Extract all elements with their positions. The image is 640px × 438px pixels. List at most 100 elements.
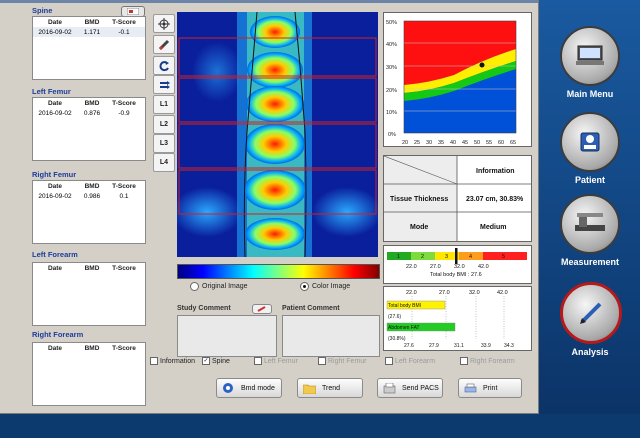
print-button[interactable]: Print: [458, 378, 522, 398]
x-tick-20: 20: [402, 140, 408, 146]
spine-scan-image[interactable]: [177, 12, 378, 257]
color-image-radio[interactable]: Color Image: [300, 282, 350, 291]
bmi-seg-2: 2: [421, 254, 424, 260]
analysis-pen-icon: [580, 302, 602, 324]
fat-bottom-tick-3: 31.1: [454, 343, 464, 349]
study-comment-box[interactable]: [177, 315, 277, 357]
report-icon: [127, 8, 139, 15]
y-tick-0: 0%: [388, 132, 396, 138]
y-tick-50: 50%: [386, 20, 397, 26]
fat-top-tick-22: 22.0: [406, 290, 417, 296]
tissue-thickness-value: 23.07 cm, 30.83%: [466, 196, 524, 203]
trend-button[interactable]: Trend: [297, 378, 363, 398]
crosshair-tool-button[interactable]: [153, 14, 175, 33]
rotate-icon: [159, 60, 169, 71]
col-tscore: T-Score: [112, 18, 136, 26]
x-tick-60: 60: [498, 140, 504, 146]
x-tick-30: 30: [426, 140, 432, 146]
left-forearm-table: Date BMD T-Score: [32, 262, 146, 326]
section-title-spine: Spine: [32, 6, 53, 15]
measurement-button[interactable]: Measurement: [560, 194, 620, 267]
right-femur-checkbox[interactable]: Right Femur: [318, 357, 367, 365]
study-comment-label: Study Comment: [177, 305, 231, 312]
bmi-seg-3: 3: [445, 254, 448, 260]
patient-icon: [580, 132, 600, 152]
fat-chart: 22.0 27.0 32.0 42.0 Total body BMI (27.6…: [383, 286, 532, 351]
y-tick-40: 40%: [386, 42, 397, 48]
total-bmi-label: Total body BMI: [388, 303, 421, 309]
send-pacs-button[interactable]: Send PACS: [377, 378, 443, 398]
analysis-button[interactable]: Analysis: [560, 282, 622, 357]
fat-bottom-tick-1: 27.6: [404, 343, 414, 349]
x-tick-25: 25: [414, 140, 420, 146]
x-tick-50: 50: [474, 140, 480, 146]
bottom-band: [0, 414, 640, 438]
percentile-chart: 50% 40% 30% 20% 10% 0% 20 25 30 35 40 45…: [383, 12, 532, 147]
patient-comment-label: Patient Comment: [282, 305, 340, 312]
fat-bottom-tick-5: 34.3: [504, 343, 514, 349]
computer-icon: [576, 45, 604, 65]
spine-checkbox[interactable]: ✓ Spine: [202, 357, 230, 365]
l3-tool-button[interactable]: L3: [153, 134, 175, 153]
bmi-seg-4: 4: [469, 254, 472, 260]
total-bmi-value: (27.6): [388, 314, 401, 320]
section-title-left-forearm: Left Forearm: [32, 250, 78, 259]
move-icon: [160, 80, 170, 89]
bmd-mode-button[interactable]: Bmd mode: [216, 378, 282, 398]
folder-icon: [302, 382, 316, 394]
crosshair-icon: [158, 17, 170, 30]
color-scale-bar: [177, 264, 380, 279]
bmi-tick-22: 22.0: [406, 264, 417, 270]
col-date: Date: [47, 18, 63, 26]
tissue-thickness-label: Tissue Thickness: [390, 196, 448, 203]
x-tick-55: 55: [486, 140, 492, 146]
right-femur-table: Date BMD T-Score 2016-09-02 0.986 0.1: [32, 180, 146, 244]
scanner-icon: [575, 213, 605, 231]
l1-tool-button[interactable]: L1: [153, 95, 175, 114]
bmd-mode-icon: [221, 382, 235, 394]
spine-scan-graphic: [177, 12, 378, 257]
title-strip: [0, 0, 538, 3]
bmi-seg-1: 1: [397, 254, 400, 260]
abdomen-fat-value: (30.8%): [388, 336, 406, 342]
patient-button[interactable]: Patient: [560, 112, 620, 185]
y-tick-20: 20%: [386, 88, 397, 94]
table-row[interactable]: 2016-09-02 0.876 -0.9: [33, 108, 145, 118]
pen-tool-button[interactable]: [153, 35, 175, 54]
bmi-caption: Total body BMI : 27.6: [430, 272, 482, 278]
section-title-right-femur: Right Femur: [32, 170, 77, 179]
fat-bottom-tick-2: 27.9: [429, 343, 439, 349]
fat-top-tick-32: 32.0: [469, 290, 480, 296]
left-femur-checkbox[interactable]: Left Femur: [254, 357, 298, 365]
right-forearm-table: Date BMD T-Score: [32, 342, 146, 406]
abdomen-fat-label: Abdomen FAT: [388, 325, 420, 331]
main-menu-button[interactable]: Main Menu: [560, 26, 620, 99]
move-tool-button[interactable]: [153, 75, 175, 94]
pen-icon: [158, 39, 170, 50]
table-row[interactable]: 2016-09-02 0.986 0.1: [33, 191, 145, 201]
l4-tool-button[interactable]: L4: [153, 153, 175, 172]
l2-tool-button[interactable]: L2: [153, 115, 175, 134]
mode-value: Medium: [480, 224, 506, 231]
send-icon: [382, 382, 396, 394]
fat-bottom-tick-4: 33.9: [481, 343, 491, 349]
edit-icon: [257, 306, 266, 312]
original-image-radio[interactable]: Original Image: [190, 282, 248, 291]
right-forearm-checkbox[interactable]: Right Forearm: [460, 357, 515, 365]
bmi-tick-42: 42.0: [478, 264, 489, 270]
y-tick-30: 30%: [386, 65, 397, 71]
x-tick-40: 40: [450, 140, 456, 146]
information-checkbox[interactable]: Information: [150, 357, 195, 365]
bmi-marker: [455, 248, 458, 264]
rotate-tool-button[interactable]: [153, 56, 175, 75]
section-title-left-femur: Left Femur: [32, 87, 71, 96]
edit-comment-button[interactable]: [252, 304, 272, 314]
bmi-tick-27: 27.0: [430, 264, 441, 270]
col-bmd: BMD: [84, 18, 100, 26]
x-tick-35: 35: [438, 140, 444, 146]
patient-marker: [479, 62, 485, 68]
patient-comment-box[interactable]: [282, 315, 380, 357]
table-row[interactable]: 2016-09-02 1.171 -0.1: [33, 27, 145, 37]
spine-table: Date BMD T-Score 2016-09-02 1.171 -0.1: [32, 16, 146, 80]
left-forearm-checkbox[interactable]: Left Forearm: [385, 357, 435, 365]
